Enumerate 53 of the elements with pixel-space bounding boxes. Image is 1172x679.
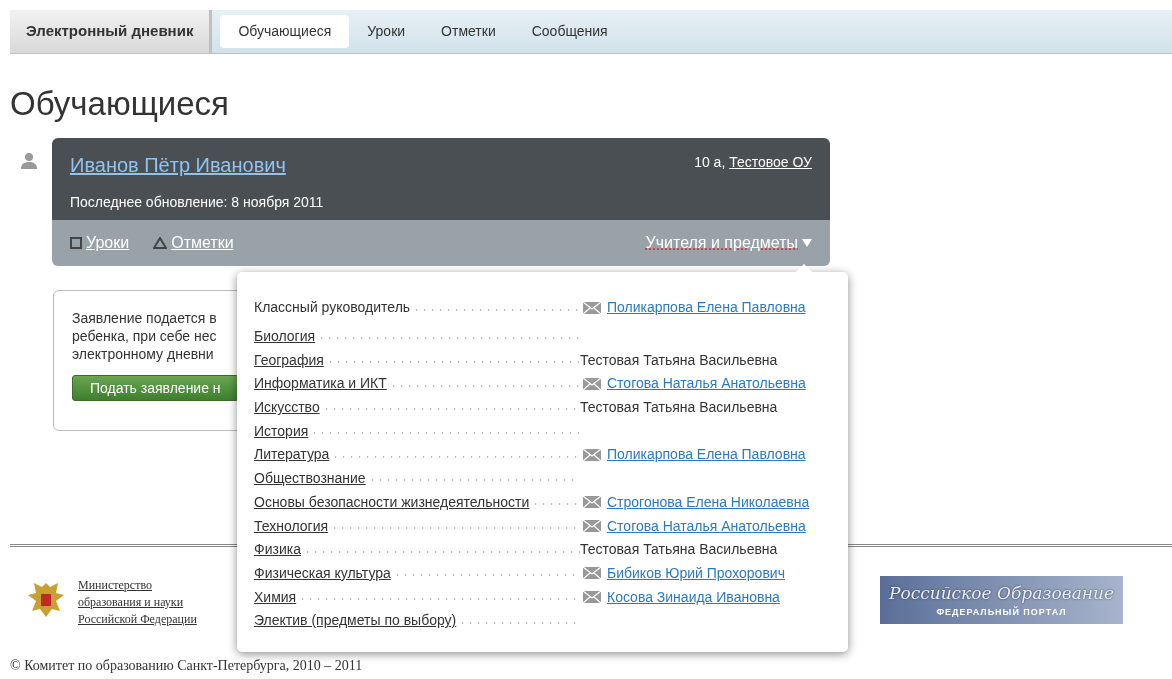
copyright-text: © Комитет по образованию Санкт-Петербурга, 2010 – 2011 (10, 657, 363, 675)
subject-link[interactable]: Технология (254, 515, 329, 537)
teacher-link[interactable]: Стогова Наталья Анатольевна (607, 373, 806, 395)
subject-link[interactable]: Электив (предметы по выбору) (254, 610, 457, 632)
envelope-icon[interactable] (583, 301, 601, 314)
banner-subtitle: ФЕДЕРАЛЬНЫЙ ПОРТАЛ (936, 606, 1067, 619)
banner-title: Российское Образование (888, 581, 1115, 605)
teacher-link[interactable]: Поликарпова Елена Павловна (607, 444, 806, 466)
subject-link[interactable]: Химия (254, 586, 297, 608)
class-label: 10 а, (694, 153, 726, 170)
subject-link[interactable]: География (254, 349, 324, 371)
teacher-name: Тестовая Татьяна Васильевна (580, 350, 778, 370)
school-link[interactable]: Тестовое ОУ (729, 153, 812, 170)
subject-link[interactable]: Информатика и ИКТ (254, 373, 387, 395)
subject-link[interactable]: Литература (254, 444, 330, 466)
ministry-link[interactable]: Министерство образования и науки Российской Федерации (78, 577, 197, 628)
subject-link[interactable]: Искусство (254, 397, 320, 419)
subject-link[interactable]: Физика (254, 539, 301, 561)
envelope-icon[interactable] (583, 496, 601, 509)
subject-link[interactable]: Биология (254, 326, 316, 348)
page-title: Обучающиеся (10, 84, 230, 124)
triangle-icon (153, 236, 168, 249)
subject-link[interactable]: Физическая культура (254, 562, 391, 584)
application-text-line: Заявление подается в (72, 308, 217, 327)
subject-link[interactable]: Основы безопасности жизнедеятельности (254, 491, 530, 513)
person-icon (20, 151, 38, 170)
education-portal-banner[interactable]: Российское Образование ФЕДЕРАЛЬНЫЙ ПОРТАЛ (880, 576, 1123, 624)
teacher-link[interactable]: Строгонова Елена Николаевна (607, 491, 810, 513)
teacher-link[interactable]: Косова Зинаида Ивановна (607, 586, 780, 608)
envelope-icon[interactable] (583, 567, 601, 580)
teacher-link[interactable]: Поликарпова Елена Павловна (607, 297, 806, 319)
envelope-icon[interactable] (583, 448, 601, 461)
teacher-name: Тестовая Татьяна Васильевна (580, 540, 778, 560)
teacher-link[interactable]: Стогова Наталья Анатольевна (607, 515, 806, 537)
last-update-text: Последнее обновление: 8 ноября 2011 (70, 192, 325, 212)
submit-application-button[interactable]: Подать заявление н (72, 374, 239, 401)
subject-link[interactable]: История (254, 420, 309, 442)
nav-tab[interactable]: Отметки (423, 15, 514, 48)
student-name-link[interactable]: Иванов Пётр Иванович (70, 149, 286, 180)
nav-tab[interactable]: Обучающиеся (220, 15, 350, 48)
square-icon (70, 236, 82, 249)
teacher-link[interactable]: Бибиков Юрий Прохорович (607, 562, 785, 584)
application-text-line: ребенка, при себе нес (72, 326, 217, 345)
nav-tab[interactable]: Уроки (349, 15, 424, 48)
envelope-icon[interactable] (583, 377, 601, 390)
application-text-line: электронному дневни (72, 344, 214, 363)
nav-tab[interactable]: Сообщения (513, 15, 626, 48)
teacher-name: Тестовая Татьяна Васильевна (580, 398, 778, 418)
envelope-icon[interactable] (583, 520, 601, 533)
app-brand: Электронный дневник (10, 10, 213, 53)
subject-link[interactable]: Обществознание (254, 468, 366, 490)
envelope-icon[interactable] (583, 591, 601, 604)
subject-label: Классный руководитель (254, 298, 411, 318)
